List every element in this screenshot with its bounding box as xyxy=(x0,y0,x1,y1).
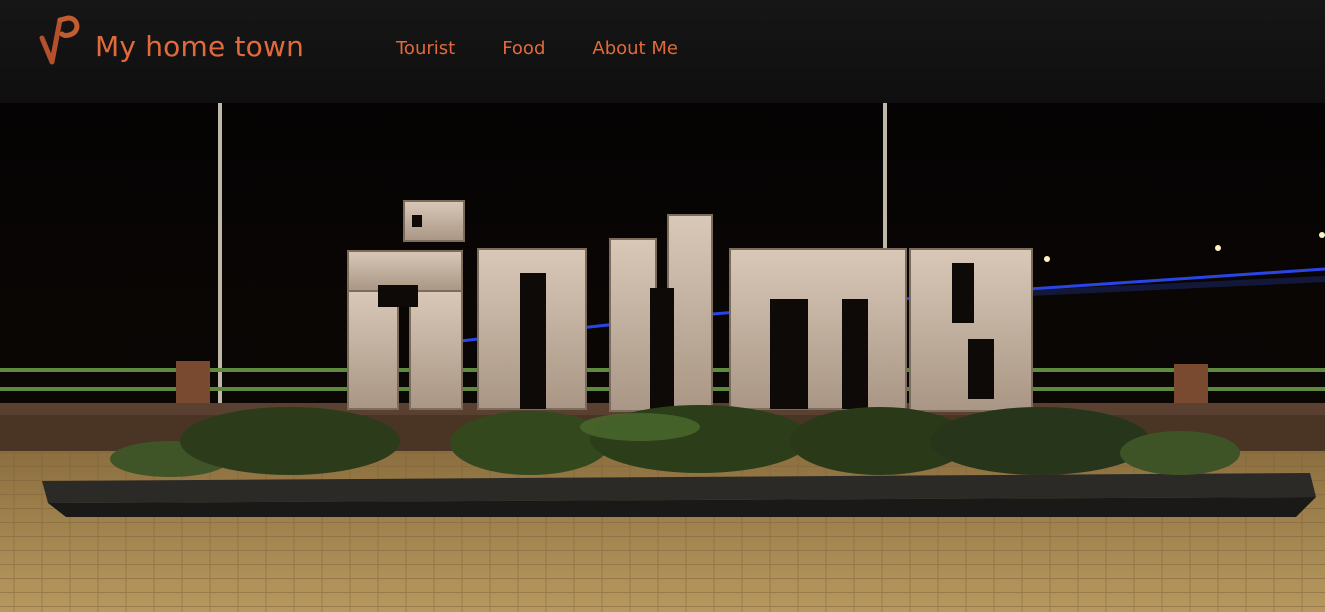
street-light xyxy=(1319,232,1325,238)
flag-pole-left xyxy=(218,103,222,403)
hero-banner-image xyxy=(0,103,1325,612)
nav-link-tourist[interactable]: Tourist xyxy=(396,38,455,59)
site-title[interactable]: My home town xyxy=(95,30,304,63)
flag-pole-right xyxy=(883,103,887,253)
hedge-bushes xyxy=(110,405,1240,477)
nav-link-about-me[interactable]: About Me xyxy=(592,38,678,59)
top-navbar: My home town Tourist Food About Me xyxy=(0,0,1325,103)
vp-logo-icon[interactable] xyxy=(38,14,82,66)
street-light xyxy=(1215,245,1221,251)
street-light xyxy=(1044,256,1050,262)
nav-link-food[interactable]: Food xyxy=(502,38,545,59)
main-nav: Tourist Food About Me xyxy=(396,38,725,59)
